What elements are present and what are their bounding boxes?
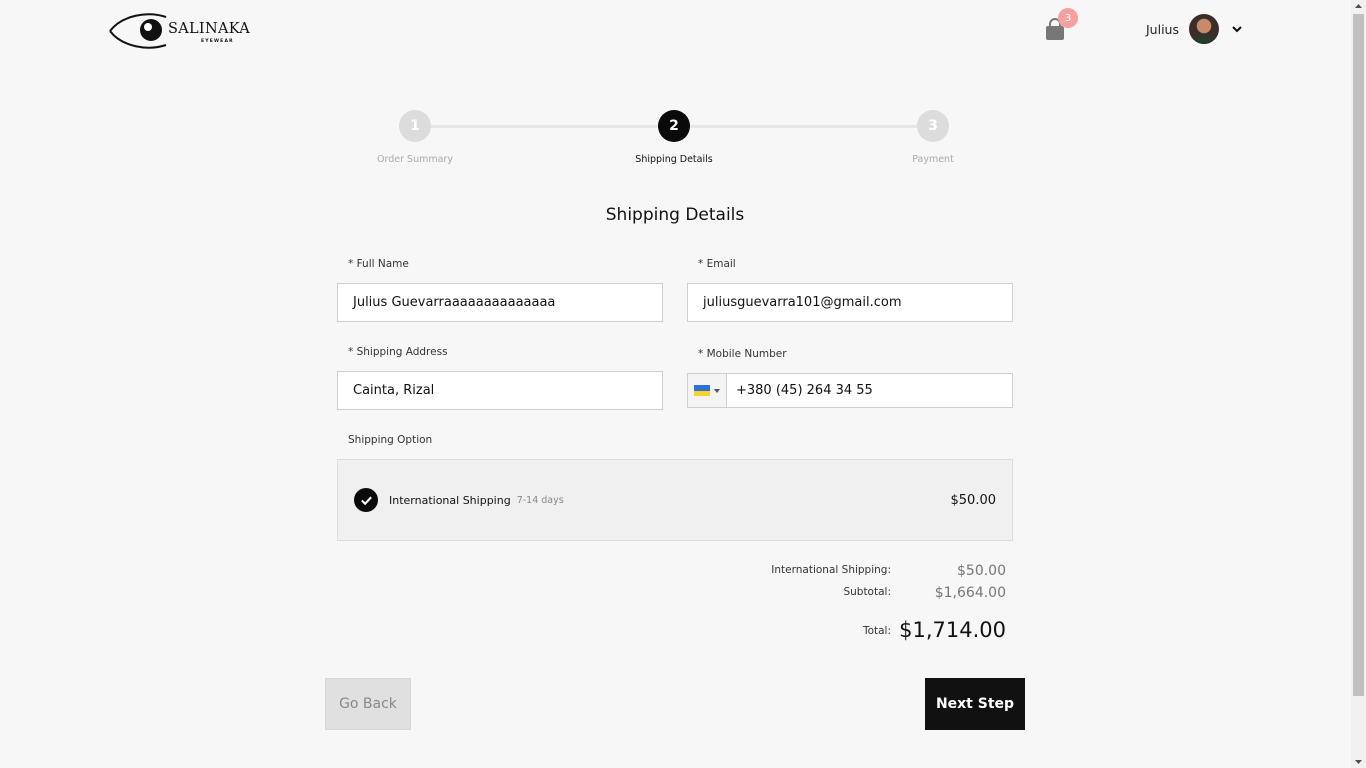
scroll-up-arrow-icon[interactable] xyxy=(1354,2,1363,11)
step-1-label: Order Summary xyxy=(377,154,453,165)
total-value: $1,714.00 xyxy=(899,618,1006,642)
mobile-number-label: * Mobile Number xyxy=(698,348,787,360)
step-1-circle: 1 xyxy=(399,110,431,142)
subtotal-value: $1,664.00 xyxy=(934,585,1006,601)
shipping-fee-value: $50.00 xyxy=(957,563,1006,579)
mobile-number-input[interactable]: +380 (45) 264 34 55 xyxy=(727,383,873,398)
shipping-option-name: International Shipping xyxy=(389,493,511,507)
user-menu[interactable]: Julius xyxy=(1146,13,1243,45)
ukraine-flag-icon xyxy=(694,385,710,396)
shipping-option-price: $50.00 xyxy=(950,492,997,508)
shipping-option-international[interactable]: International Shipping 7-14 days $50.00 xyxy=(337,459,1013,541)
checkmark-icon xyxy=(354,488,378,512)
shipping-address-input[interactable]: Cainta, Rizal xyxy=(337,371,663,410)
full-name-input[interactable]: Julius Guevarraaaaaaaaaaaaaa xyxy=(337,283,663,322)
step-3-label: Payment xyxy=(912,154,954,165)
stepper-connector xyxy=(690,125,918,128)
shipping-address-label: * Shipping Address xyxy=(348,346,448,358)
country-select[interactable] xyxy=(688,374,727,407)
page-title: Shipping Details xyxy=(605,205,745,225)
brand-tagline: EYEWEAR xyxy=(201,39,234,44)
shipping-option-days: 7-14 days xyxy=(516,494,564,506)
subtotal-label: Subtotal: xyxy=(843,586,891,598)
step-2-circle: 2 xyxy=(658,110,690,142)
next-step-button[interactable]: Next Step xyxy=(925,678,1025,730)
step-3-circle: 3 xyxy=(917,110,949,142)
brand-logo[interactable]: SALINAKA EYEWEAR xyxy=(108,9,250,53)
eye-logo-icon xyxy=(109,13,167,49)
scrollbar-thumb[interactable] xyxy=(1353,14,1364,696)
mobile-number-field: +380 (45) 264 34 55 xyxy=(687,373,1013,408)
stepper-connector xyxy=(431,125,659,128)
shipping-fee-label: International Shipping: xyxy=(771,564,891,576)
avatar xyxy=(1189,14,1219,44)
scroll-down-arrow-icon[interactable] xyxy=(1354,757,1363,766)
scrollbar[interactable] xyxy=(1351,0,1366,768)
caret-down-icon xyxy=(714,388,720,393)
brand-name: SALINAKA xyxy=(168,21,251,37)
email-label: * Email xyxy=(698,258,736,270)
cart-count-badge: 3 xyxy=(1058,8,1078,28)
user-name: Julius xyxy=(1146,21,1179,37)
chevron-down-icon xyxy=(1232,26,1242,33)
step-2-label: Shipping Details xyxy=(635,154,713,165)
go-back-button[interactable]: Go Back xyxy=(325,678,411,730)
full-name-label: * Full Name xyxy=(348,258,409,270)
email-input[interactable]: juliusguevarra101@gmail.com xyxy=(687,283,1013,322)
shipping-option-label: Shipping Option xyxy=(348,434,433,446)
